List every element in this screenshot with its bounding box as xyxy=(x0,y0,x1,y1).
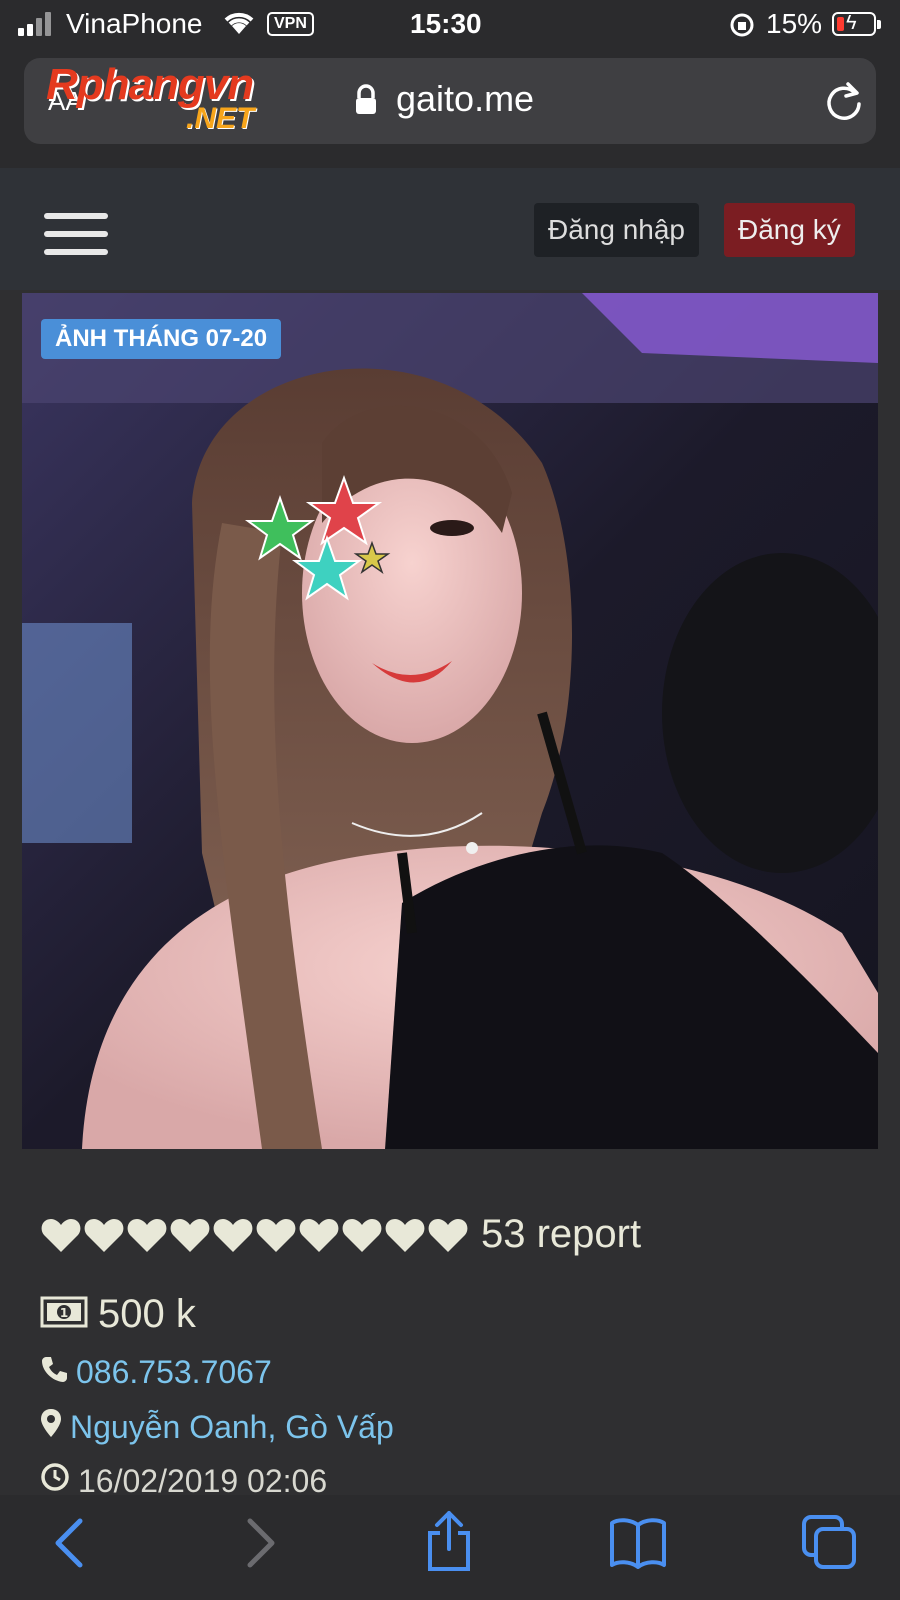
rotation-lock-icon xyxy=(728,12,756,43)
menu-icon[interactable] xyxy=(44,213,108,255)
tabs-icon[interactable] xyxy=(800,1513,858,1576)
report-count[interactable]: 53 report xyxy=(481,1212,641,1257)
map-marker-icon xyxy=(40,1408,62,1446)
reload-icon[interactable] xyxy=(824,80,864,127)
carrier-name: VinaPhone xyxy=(66,8,203,39)
heart-icon[interactable] xyxy=(126,1216,168,1254)
signal-icon xyxy=(18,12,51,36)
rating-row: 53 report xyxy=(40,1212,641,1257)
watermark-sub: .NET xyxy=(186,102,255,135)
heart-icon[interactable] xyxy=(169,1216,211,1254)
wifi-icon xyxy=(222,10,256,41)
price-value: 500 k xyxy=(98,1292,196,1336)
heart-icon[interactable] xyxy=(427,1216,469,1254)
address-text[interactable]: Nguyễn Oanh, Gò Vấp xyxy=(70,1409,394,1446)
register-button[interactable]: Đăng ký xyxy=(724,203,855,257)
bookmarks-icon[interactable] xyxy=(608,1517,668,1574)
heart-icon[interactable] xyxy=(212,1216,254,1254)
browser-address-area: AA Rphangvn .NET gaito.me xyxy=(0,50,900,168)
back-icon[interactable] xyxy=(52,1515,86,1576)
heart-icon[interactable] xyxy=(298,1216,340,1254)
month-badge: ẢNH THÁNG 07-20 xyxy=(41,319,282,359)
heart-icon[interactable] xyxy=(83,1216,125,1254)
status-bar: VinaPhone VPN 15:30 15% ϟ xyxy=(0,0,900,50)
phone-row[interactable]: 086.753.7067 xyxy=(40,1354,272,1391)
heart-icon[interactable] xyxy=(341,1216,383,1254)
posted-date: 16/02/2019 02:06 xyxy=(78,1462,328,1499)
money-icon: 1 xyxy=(40,1296,88,1333)
price-row: 1 500 k xyxy=(40,1292,196,1337)
share-icon[interactable] xyxy=(424,1509,474,1578)
address-bar[interactable]: AA Rphangvn .NET gaito.me xyxy=(24,58,876,144)
phone-icon xyxy=(40,1354,68,1391)
clock: 15:30 xyxy=(410,8,482,39)
heart-icon[interactable] xyxy=(384,1216,426,1254)
browser-toolbar xyxy=(0,1495,900,1600)
phone-number[interactable]: 086.753.7067 xyxy=(76,1354,272,1391)
address-row[interactable]: Nguyễn Oanh, Gò Vấp xyxy=(40,1408,394,1446)
heart-icon[interactable] xyxy=(255,1216,297,1254)
hearts-rating[interactable] xyxy=(40,1216,469,1254)
url-domain[interactable]: gaito.me xyxy=(396,78,534,120)
login-button[interactable]: Đăng nhập xyxy=(534,203,700,257)
forward-icon[interactable] xyxy=(244,1515,278,1576)
site-header: Đăng nhập Đăng ký xyxy=(0,168,900,290)
battery-percent: 15% xyxy=(766,8,823,39)
watermark-logo: Rphangvn .NET xyxy=(46,58,326,144)
heart-icon[interactable] xyxy=(40,1216,82,1254)
photo-illustration xyxy=(22,293,878,1149)
battery-icon: ϟ xyxy=(832,12,881,36)
svg-text:1: 1 xyxy=(60,1306,68,1320)
profile-photo[interactable]: ẢNH THÁNG 07-20 xyxy=(22,293,878,1149)
lock-icon xyxy=(354,84,378,121)
vpn-badge: VPN xyxy=(267,12,314,36)
